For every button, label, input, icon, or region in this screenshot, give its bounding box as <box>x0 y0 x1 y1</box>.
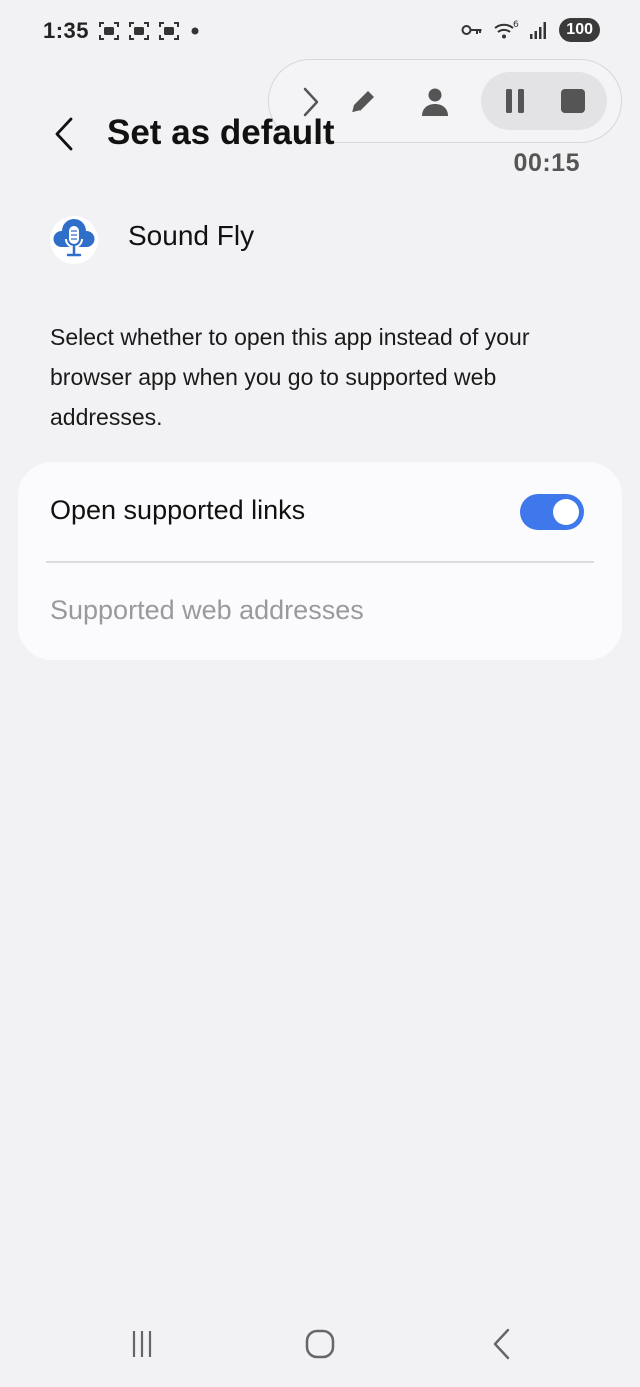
recording-controls <box>481 72 607 130</box>
chevron-left-icon <box>55 117 73 151</box>
wifi-6-icon: 6 <box>494 20 519 39</box>
home-icon <box>305 1329 335 1359</box>
pen-icon <box>351 91 374 114</box>
app-name: Sound Fly <box>128 220 255 251</box>
nav-back-button[interactable] <box>480 1318 524 1370</box>
open-supported-links-label[interactable]: Open supported links <box>50 495 305 526</box>
description-text: Select whether to open this app instead … <box>50 324 530 430</box>
divider <box>46 561 594 563</box>
microphone-cloud-icon <box>53 219 95 257</box>
home-button[interactable] <box>298 1318 342 1370</box>
back-button[interactable] <box>44 112 84 156</box>
status-icons-left <box>98 20 202 42</box>
person-icon <box>422 88 448 116</box>
stop-button[interactable] <box>551 79 595 123</box>
draw-button[interactable] <box>341 80 385 124</box>
screenshot-frame-icon <box>99 22 119 40</box>
app-icon <box>50 216 98 264</box>
back-icon <box>493 1328 510 1360</box>
key-icon <box>461 25 482 35</box>
stop-icon <box>561 89 585 113</box>
supported-web-addresses-item[interactable]: Supported web addresses <box>50 595 364 626</box>
screenshot-frame-icon <box>159 22 179 40</box>
recents-icon <box>132 1331 152 1357</box>
battery-icon: 100 <box>559 18 600 42</box>
selfie-view-button[interactable] <box>413 80 457 124</box>
screenshot-frame-icon <box>129 22 149 40</box>
page-title: Set as default <box>107 113 335 152</box>
status-time: 1:35 <box>43 18 90 43</box>
toggle-knob <box>553 499 579 525</box>
recents-button[interactable] <box>120 1318 164 1370</box>
status-icons-right: 6 100 <box>461 18 600 42</box>
dot-icon <box>191 27 199 35</box>
open-supported-links-toggle[interactable] <box>520 494 584 530</box>
recording-timer: 00:15 <box>513 149 580 177</box>
pause-icon <box>506 89 524 113</box>
pause-button[interactable] <box>493 79 537 123</box>
svg-text:6: 6 <box>513 20 519 30</box>
signal-icon <box>530 22 547 39</box>
